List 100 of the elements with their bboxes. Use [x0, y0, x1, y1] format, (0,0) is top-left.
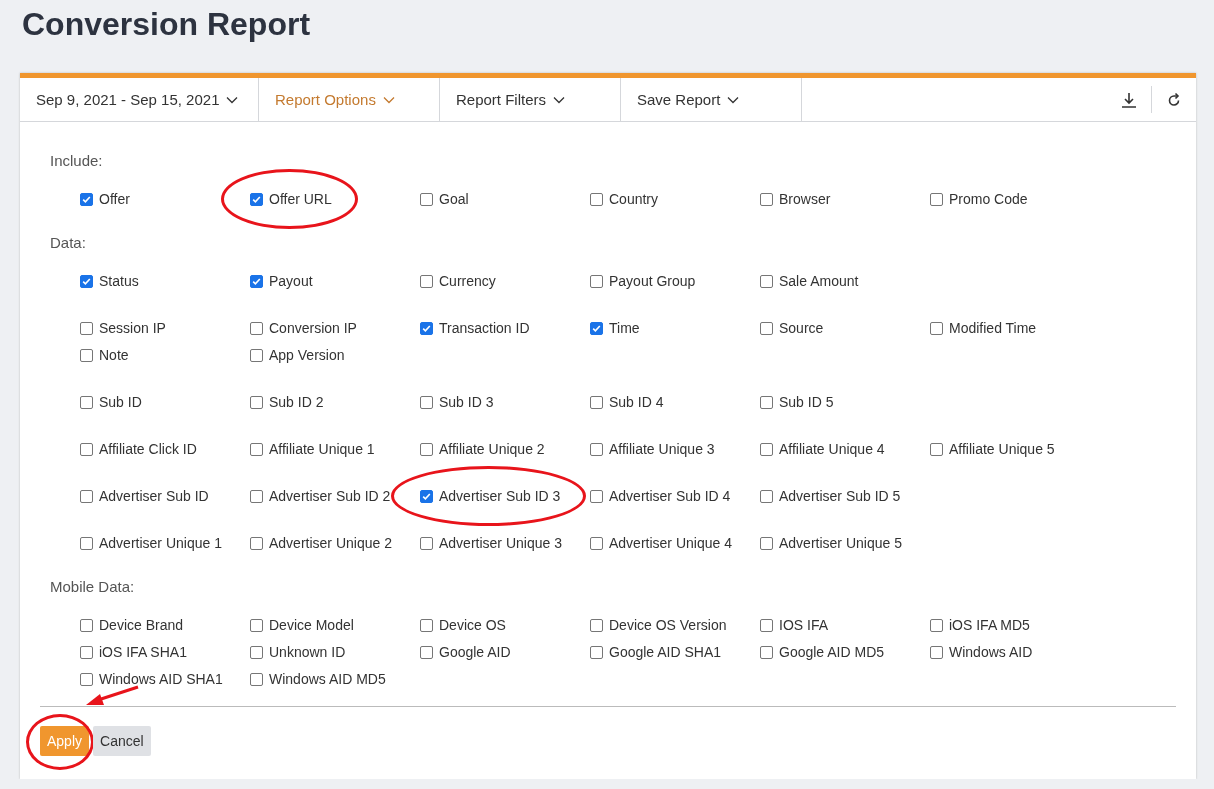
checkbox[interactable] — [80, 645, 93, 659]
option-label[interactable]: Device Brand — [99, 617, 184, 633]
checkbox[interactable] — [80, 536, 93, 550]
menu-dropdown[interactable]: Report Options — [259, 78, 440, 121]
checkbox[interactable] — [590, 274, 603, 288]
option-label[interactable]: Affiliate Unique 1 — [269, 441, 375, 457]
option-label[interactable]: Sub ID 2 — [269, 394, 324, 410]
menu-dropdown[interactable]: Sep 9, 2021 - Sep 15, 2021 — [20, 78, 259, 121]
checkbox[interactable] — [760, 274, 773, 288]
checkbox[interactable] — [420, 489, 433, 503]
option-label[interactable]: Windows AID MD5 — [269, 671, 386, 687]
option-label[interactable]: Advertiser Unique 3 — [439, 535, 562, 551]
checkbox[interactable] — [590, 442, 603, 456]
menu-dropdown[interactable]: Report Filters — [440, 78, 621, 121]
option-label[interactable]: Advertiser Sub ID 4 — [609, 488, 731, 504]
option-label[interactable]: Session IP — [99, 320, 166, 336]
checkbox[interactable] — [760, 395, 773, 409]
option-label[interactable]: iOS IFA MD5 — [949, 617, 1030, 633]
option-label[interactable]: Advertiser Sub ID 3 — [439, 488, 561, 504]
option-label[interactable]: Sub ID 5 — [779, 394, 834, 410]
option-label[interactable]: Payout — [269, 273, 313, 289]
option-label[interactable]: Offer URL — [269, 191, 332, 207]
checkbox[interactable] — [930, 321, 943, 335]
checkbox[interactable] — [760, 536, 773, 550]
checkbox[interactable] — [760, 489, 773, 503]
option-label[interactable]: Device OS — [439, 617, 506, 633]
cancel-button[interactable]: Cancel — [93, 726, 151, 756]
option-label[interactable]: Offer — [99, 191, 130, 207]
checkbox[interactable] — [930, 618, 943, 632]
checkbox[interactable] — [420, 618, 433, 632]
option-label[interactable]: Payout Group — [609, 273, 696, 289]
checkbox[interactable] — [930, 192, 943, 206]
checkbox[interactable] — [250, 645, 263, 659]
option-label[interactable]: Google AID MD5 — [779, 644, 885, 660]
checkbox[interactable] — [590, 536, 603, 550]
download-icon[interactable] — [1120, 90, 1138, 109]
option-label[interactable]: Advertiser Unique 1 — [99, 535, 222, 551]
option-label[interactable]: App Version — [269, 347, 345, 363]
checkbox[interactable] — [250, 618, 263, 632]
option-label[interactable]: Advertiser Unique 5 — [779, 535, 902, 551]
option-label[interactable]: Affiliate Unique 4 — [779, 441, 885, 457]
checkbox[interactable] — [80, 672, 93, 686]
checkbox[interactable] — [930, 442, 943, 456]
option-label[interactable]: Device Model — [269, 617, 354, 633]
checkbox[interactable] — [590, 395, 603, 409]
option-label[interactable]: Conversion IP — [269, 320, 357, 336]
option-label[interactable]: Advertiser Unique 2 — [269, 535, 392, 551]
checkbox[interactable] — [80, 321, 93, 335]
option-label[interactable]: Google AID — [439, 644, 511, 660]
option-label[interactable]: Google AID SHA1 — [609, 644, 722, 660]
option-label[interactable]: Unknown ID — [269, 644, 346, 660]
checkbox[interactable] — [930, 645, 943, 659]
checkbox[interactable] — [590, 192, 603, 206]
option-label[interactable]: Goal — [439, 191, 469, 207]
checkbox[interactable] — [420, 192, 433, 206]
option-label[interactable]: Affiliate Unique 5 — [949, 441, 1055, 457]
checkbox[interactable] — [80, 274, 93, 288]
menu-dropdown[interactable]: Save Report — [621, 78, 802, 121]
option-label[interactable]: Country — [609, 191, 659, 207]
option-label[interactable]: Advertiser Sub ID — [99, 488, 209, 504]
option-label[interactable]: Status — [99, 273, 139, 289]
checkbox[interactable] — [420, 321, 433, 335]
checkbox[interactable] — [80, 395, 93, 409]
checkbox[interactable] — [590, 618, 603, 632]
option-label[interactable]: Sub ID 3 — [439, 394, 494, 410]
option-label[interactable]: IOS IFA — [779, 617, 828, 633]
option-label[interactable]: Device OS Version — [609, 617, 727, 633]
option-label[interactable]: Windows AID — [949, 644, 1033, 660]
option-label[interactable]: Advertiser Sub ID 2 — [269, 488, 391, 504]
checkbox[interactable] — [760, 442, 773, 456]
checkbox[interactable] — [80, 442, 93, 456]
checkbox[interactable] — [250, 274, 263, 288]
option-label[interactable]: iOS IFA SHA1 — [99, 644, 187, 660]
checkbox[interactable] — [250, 672, 263, 686]
option-label[interactable]: Windows AID SHA1 — [99, 671, 223, 687]
checkbox[interactable] — [590, 489, 603, 503]
checkbox[interactable] — [590, 321, 603, 335]
checkbox[interactable] — [250, 321, 263, 335]
checkbox[interactable] — [420, 274, 433, 288]
refresh-icon[interactable] — [1166, 91, 1182, 108]
checkbox[interactable] — [420, 442, 433, 456]
checkbox[interactable] — [80, 348, 93, 362]
checkbox[interactable] — [250, 536, 263, 550]
option-label[interactable]: Transaction ID — [439, 320, 530, 336]
checkbox[interactable] — [250, 192, 263, 206]
option-label[interactable]: Modified Time — [949, 320, 1037, 336]
option-label[interactable]: Time — [609, 320, 640, 336]
checkbox[interactable] — [80, 618, 93, 632]
checkbox[interactable] — [80, 489, 93, 503]
checkbox[interactable] — [760, 618, 773, 632]
option-label[interactable]: Promo Code — [949, 191, 1028, 207]
checkbox[interactable] — [250, 489, 263, 503]
checkbox[interactable] — [80, 192, 93, 206]
checkbox[interactable] — [420, 645, 433, 659]
option-label[interactable]: Currency — [439, 273, 496, 289]
checkbox[interactable] — [250, 395, 263, 409]
checkbox[interactable] — [760, 192, 773, 206]
option-label[interactable]: Browser — [779, 191, 831, 207]
checkbox[interactable] — [760, 645, 773, 659]
option-label[interactable]: Affiliate Click ID — [99, 441, 197, 457]
